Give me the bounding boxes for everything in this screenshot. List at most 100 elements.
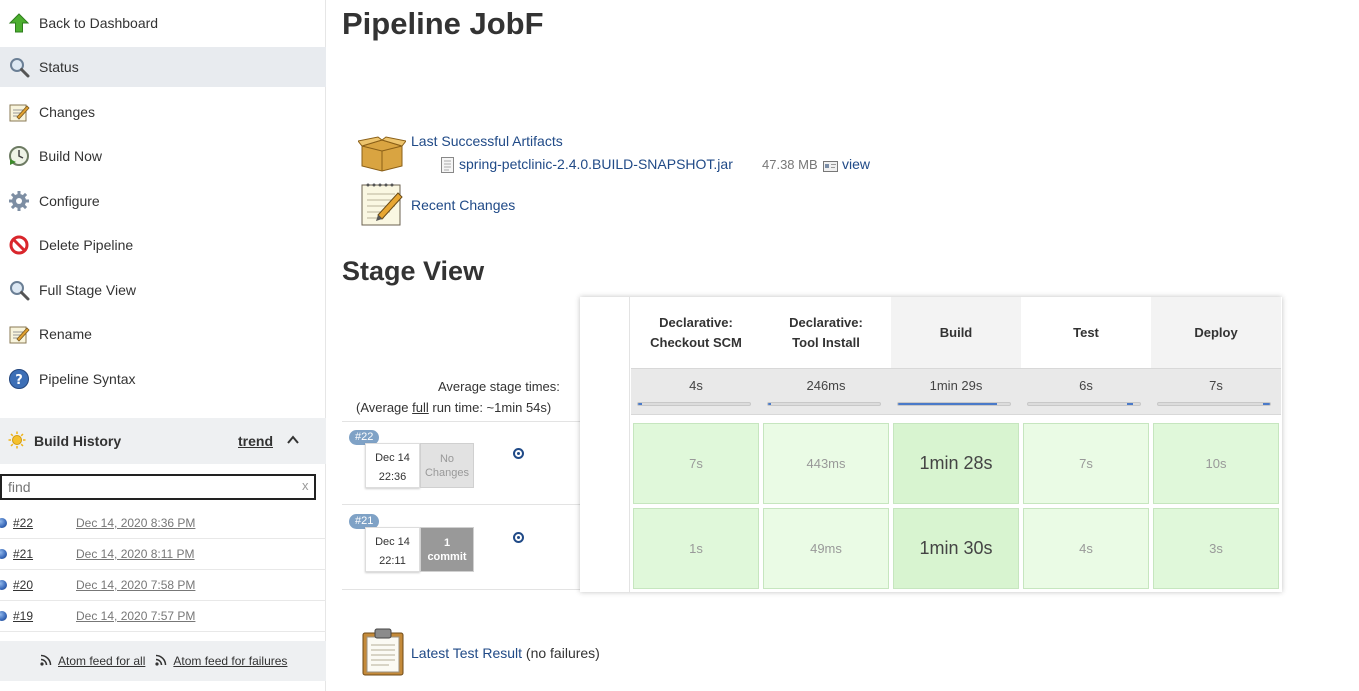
stage-duration-fill — [1126, 403, 1134, 405]
run-time: 22:11 — [379, 555, 406, 567]
package-icon — [357, 134, 407, 175]
notepad-icon — [8, 323, 30, 345]
status-ball-icon — [0, 580, 7, 590]
stage-cell[interactable]: 1min 28s — [893, 423, 1019, 504]
stage-header-build: Build — [891, 297, 1021, 368]
stage-duration-bar — [897, 402, 1011, 406]
stage-average: 6s — [1021, 368, 1151, 415]
stage-cell[interactable]: 443ms — [763, 423, 889, 504]
stage-table-gutter — [580, 297, 630, 592]
file-icon — [441, 157, 454, 176]
stage-name-line-1: Declarative: — [789, 314, 863, 330]
full-run-link[interactable]: full — [412, 400, 429, 415]
magnifier-icon — [8, 56, 30, 78]
build-number-link[interactable]: #21 — [13, 547, 33, 561]
build-date-link[interactable]: Dec 14, 2020 7:57 PM — [76, 609, 195, 623]
build-date-link[interactable]: Dec 14, 2020 8:11 PM — [76, 547, 195, 561]
notepad-icon — [360, 181, 404, 230]
stage-cell[interactable]: 7s — [633, 423, 759, 504]
build-date-link[interactable]: Dec 14, 2020 7:58 PM — [76, 578, 195, 592]
stage-average-time: 6s — [1079, 378, 1093, 393]
atom-feed-all-link[interactable]: Atom feed for all — [40, 654, 145, 669]
atom-feeds-bar: Atom feed for all Atom feed for failures — [0, 641, 326, 681]
stage-cell[interactable]: 1s — [633, 508, 759, 589]
stage-header-checkout-scm: Declarative: Checkout SCM — [631, 297, 761, 368]
run-date: Dec 14 — [375, 452, 410, 464]
task-label: Pipeline Syntax — [39, 371, 136, 387]
artifact-file-link[interactable]: spring-petclinic-2.4.0.BUILD-SNAPSHOT.ja… — [459, 156, 733, 172]
stage-name: Build — [939, 324, 973, 340]
last-successful-artifacts-link[interactable]: Last Successful Artifacts — [411, 133, 563, 149]
task-back-to-dashboard[interactable]: Back to Dashboard — [0, 3, 326, 43]
run-row-21: #21 Dec 14 22:11 1 commit — [342, 506, 580, 590]
build-number-link[interactable]: #19 — [13, 609, 33, 623]
status-ball-icon — [0, 518, 7, 528]
run-changes-box: No Changes — [420, 443, 474, 488]
feed-label: Atom feed for all — [58, 654, 146, 668]
stage-cell[interactable]: 7s — [1023, 423, 1149, 504]
test-result-note: (no failures) — [525, 645, 600, 661]
build-history-header: Build History trend — [0, 418, 326, 464]
latest-test-result-link[interactable]: Latest Test Result — [411, 645, 522, 661]
task-label: Back to Dashboard — [39, 15, 159, 31]
task-label: Rename — [39, 326, 92, 342]
stage-header-tool-install: Declarative: Tool Install — [761, 297, 891, 368]
stage-cell[interactable]: 3s — [1153, 508, 1279, 589]
help-icon: ? — [8, 368, 30, 390]
run-time: 22:36 — [378, 471, 407, 483]
stage-duration-bar — [1027, 402, 1141, 406]
build-number-link[interactable]: #22 — [13, 516, 33, 530]
stage-duration-bar — [1157, 402, 1271, 406]
task-label: Changes — [39, 104, 96, 120]
stage-duration-fill — [768, 403, 772, 405]
build-number-link[interactable]: #20 — [13, 578, 33, 592]
task-label: Status — [39, 59, 79, 75]
stage-average-time: 246ms — [806, 378, 846, 393]
task-label: Full Stage View — [39, 282, 137, 298]
stage-cell[interactable]: 49ms — [763, 508, 889, 589]
build-row: #20 Dec 14, 2020 7:58 PM — [0, 570, 326, 601]
atom-feed-failures-link[interactable]: Atom feed for failures — [155, 654, 287, 669]
run-changes-box[interactable]: 1 commit — [420, 527, 474, 572]
task-configure[interactable]: Configure — [0, 181, 326, 221]
stage-average: 4s — [631, 368, 761, 415]
clock-icon[interactable] — [513, 448, 524, 459]
stage-name-line-2: Checkout SCM — [650, 334, 742, 350]
run-row-22: #22 Dec 14 22:36 No Changes — [342, 421, 580, 505]
clipboard-icon — [361, 627, 405, 680]
stage-header-deploy: Deploy — [1151, 297, 1281, 368]
build-history-search-input[interactable] — [0, 474, 316, 500]
task-changes[interactable]: Changes — [0, 92, 326, 132]
stage-cell[interactable]: 4s — [1023, 508, 1149, 589]
clock-icon[interactable] — [513, 532, 524, 543]
build-date-link[interactable]: Dec 14, 2020 8:36 PM — [76, 516, 195, 530]
task-pipeline-syntax[interactable]: ? Pipeline Syntax — [0, 359, 326, 399]
task-status[interactable]: Status — [0, 47, 326, 87]
trend-link[interactable]: trend — [238, 433, 273, 449]
stage-name: Deploy — [1194, 324, 1238, 340]
task-full-stage-view[interactable]: Full Stage View — [0, 270, 326, 310]
up-arrow-icon — [8, 12, 30, 34]
stage-cell[interactable]: 10s — [1153, 423, 1279, 504]
stage-average-time: 4s — [689, 378, 703, 393]
clear-search-icon[interactable]: x — [302, 478, 309, 493]
notepad-icon — [8, 101, 30, 123]
task-delete-pipeline[interactable]: Delete Pipeline — [0, 225, 326, 265]
status-ball-icon — [0, 549, 7, 559]
feed-label: Atom feed for failures — [173, 654, 288, 668]
build-row: #22 Dec 14, 2020 8:36 PM — [0, 508, 326, 539]
avg-run-prefix: (Average — [356, 400, 413, 415]
rss-icon — [40, 654, 52, 669]
recent-changes-link[interactable]: Recent Changes — [411, 197, 515, 213]
stage-view-title: Stage View — [342, 256, 485, 286]
task-build-now[interactable]: Build Now — [0, 136, 326, 176]
task-label: Configure — [39, 193, 100, 209]
stage-cell[interactable]: 1min 30s — [893, 508, 1019, 589]
gear-icon — [8, 190, 30, 212]
sun-icon — [8, 431, 26, 452]
chevron-up-icon[interactable] — [286, 433, 300, 450]
stage-name-line-2: Tool Install — [792, 334, 860, 350]
task-rename[interactable]: Rename — [0, 314, 326, 354]
page-title: Pipeline JobF — [342, 6, 544, 41]
artifact-view-link[interactable]: view — [842, 156, 870, 172]
